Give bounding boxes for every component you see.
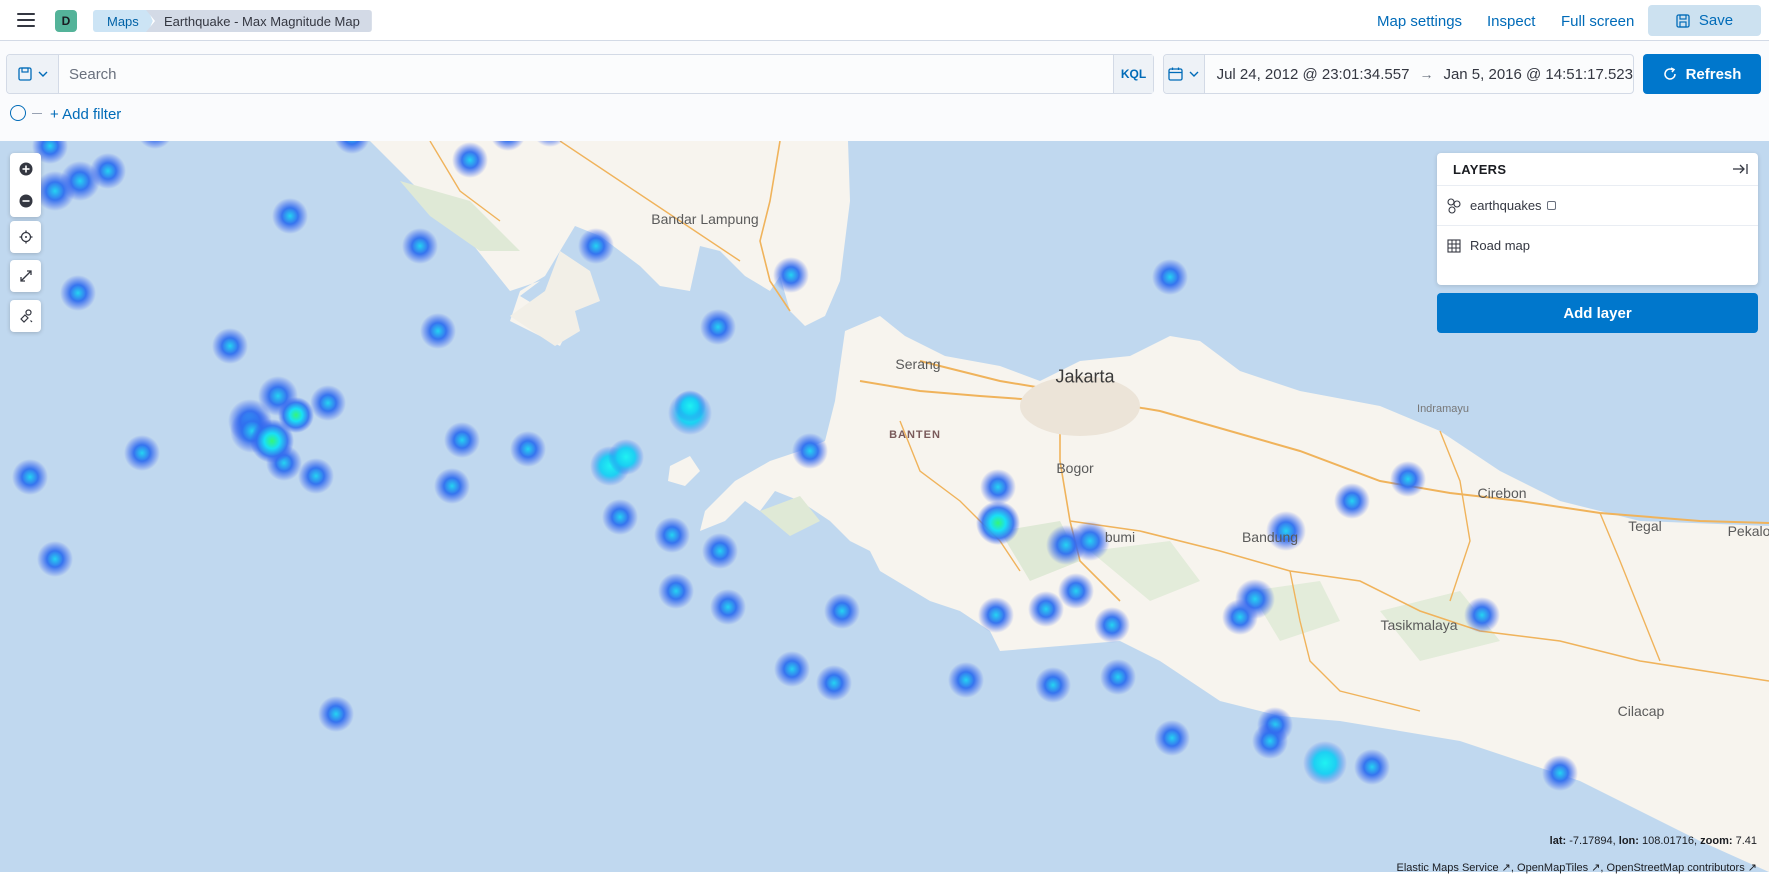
draw-tool-icon[interactable] bbox=[10, 300, 41, 332]
place-label-bogor: Bogor bbox=[1056, 460, 1094, 476]
collapse-panel-icon[interactable] bbox=[1732, 161, 1750, 177]
place-label-tasikmalaya: Tasikmalaya bbox=[1380, 617, 1458, 633]
date-start[interactable]: Jul 24, 2012 @ 23:01:34.557 bbox=[1217, 66, 1410, 83]
draw-tool-control bbox=[10, 300, 41, 332]
inspect-link[interactable]: Inspect bbox=[1487, 13, 1535, 30]
place-label-tegal: Tegal bbox=[1628, 518, 1662, 534]
add-layer-button[interactable]: Add layer bbox=[1437, 293, 1758, 333]
attribution-osm-link[interactable]: OpenStreetMap contributors bbox=[1607, 862, 1745, 874]
quick-date-menu-button[interactable] bbox=[1164, 55, 1205, 93]
layers-title: LAYERS bbox=[1453, 162, 1507, 177]
save-button[interactable]: Save bbox=[1648, 5, 1761, 36]
filter-options-icon[interactable] bbox=[10, 105, 26, 121]
attribution-ems-link[interactable]: Elastic Maps Service bbox=[1397, 862, 1499, 874]
place-label-cilacap: Cilacap bbox=[1617, 703, 1665, 719]
breadcrumb-maps[interactable]: Maps bbox=[93, 10, 153, 32]
layer-name: earthquakes bbox=[1470, 198, 1542, 213]
mouse-coordinates: lat: -7.17894, lon: 108.01716, zoom: 7.4… bbox=[1549, 835, 1757, 847]
layer-name: Road map bbox=[1470, 238, 1530, 253]
lat-label: lat: bbox=[1549, 835, 1567, 847]
filter-divider bbox=[32, 113, 42, 114]
place-label-bandung: Bandung bbox=[1241, 529, 1299, 545]
place-label-sukabumi: bumi bbox=[1104, 529, 1136, 545]
grid-tile-icon bbox=[1447, 238, 1461, 253]
zoom-value: 7.41 bbox=[1735, 835, 1757, 847]
refresh-button[interactable]: Refresh bbox=[1643, 54, 1761, 94]
save-button-label: Save bbox=[1698, 12, 1734, 29]
map-settings-link[interactable]: Map settings bbox=[1377, 13, 1462, 30]
hamburger-menu-icon[interactable] bbox=[17, 13, 35, 27]
place-label-pekalongan: Pekalo bbox=[1727, 523, 1769, 539]
lon-value: 108.01716 bbox=[1642, 835, 1694, 847]
place-label-jakarta: Jakarta bbox=[1055, 366, 1115, 387]
top-navigation-bar: D Maps Earthquake - Max Magnitude Map Ma… bbox=[0, 0, 1769, 41]
reset-view-icon[interactable] bbox=[10, 221, 41, 253]
add-filter-link[interactable]: + Add filter bbox=[50, 106, 121, 123]
attribution-openmaptiles-link[interactable]: OpenMapTiles bbox=[1517, 862, 1588, 874]
query-bar: KQL Jul 24, 2012 @ 23:01:34.557 → Jan 5,… bbox=[0, 41, 1769, 141]
lat-value: -7.17894 bbox=[1569, 835, 1613, 847]
search-bar: KQL bbox=[6, 54, 1154, 94]
place-label-serang: Serang bbox=[895, 356, 941, 372]
layer-control-panel: LAYERS earthquakes Road map bbox=[1437, 153, 1758, 285]
date-end[interactable]: Jan 5, 2016 @ 14:51:17.523 bbox=[1443, 66, 1633, 83]
fit-bounds-control bbox=[10, 260, 41, 292]
lon-label: lon: bbox=[1618, 835, 1639, 847]
save-icon bbox=[1676, 13, 1690, 28]
reset-view-control bbox=[10, 221, 41, 253]
heatmap-icon bbox=[1447, 197, 1461, 214]
breadcrumb-current-map: Earthquake - Max Magnitude Map bbox=[146, 10, 372, 32]
zoom-in-icon[interactable] bbox=[10, 153, 41, 185]
arrow-right-icon: → bbox=[1419, 66, 1434, 82]
layer-row-earthquakes[interactable]: earthquakes bbox=[1437, 185, 1758, 225]
calendar-icon bbox=[1168, 67, 1183, 81]
zoom-controls bbox=[10, 153, 41, 217]
layer-legend-swatch bbox=[1546, 201, 1556, 210]
zoom-out-icon[interactable] bbox=[10, 185, 41, 217]
date-picker: Jul 24, 2012 @ 23:01:34.557 → Jan 5, 201… bbox=[1163, 54, 1634, 94]
chevron-down-icon bbox=[1189, 71, 1199, 77]
kql-language-toggle[interactable]: KQL bbox=[1113, 55, 1153, 93]
chevron-down-icon bbox=[38, 71, 47, 77]
map-attribution: Elastic Maps Service ↗, OpenMapTiles ↗, … bbox=[1396, 862, 1757, 874]
place-label-cirebon: Cirebon bbox=[1477, 485, 1527, 501]
place-label-bandar-lampung: Bandar Lampung bbox=[651, 211, 759, 227]
place-label-indramayu: Indramayu bbox=[1417, 403, 1469, 415]
refresh-icon bbox=[1663, 67, 1676, 80]
saved-query-button[interactable] bbox=[7, 55, 59, 93]
layer-row-road-map[interactable]: Road map bbox=[1437, 225, 1758, 265]
full-screen-link[interactable]: Full screen bbox=[1561, 13, 1634, 30]
zoom-label: zoom: bbox=[1700, 835, 1733, 847]
refresh-button-label: Refresh bbox=[1685, 65, 1742, 83]
place-label-banten: BANTEN bbox=[889, 429, 941, 441]
space-avatar[interactable]: D bbox=[55, 10, 77, 32]
search-input[interactable] bbox=[59, 55, 1113, 93]
saved-query-icon bbox=[17, 67, 32, 81]
fit-bounds-icon[interactable] bbox=[10, 260, 41, 292]
